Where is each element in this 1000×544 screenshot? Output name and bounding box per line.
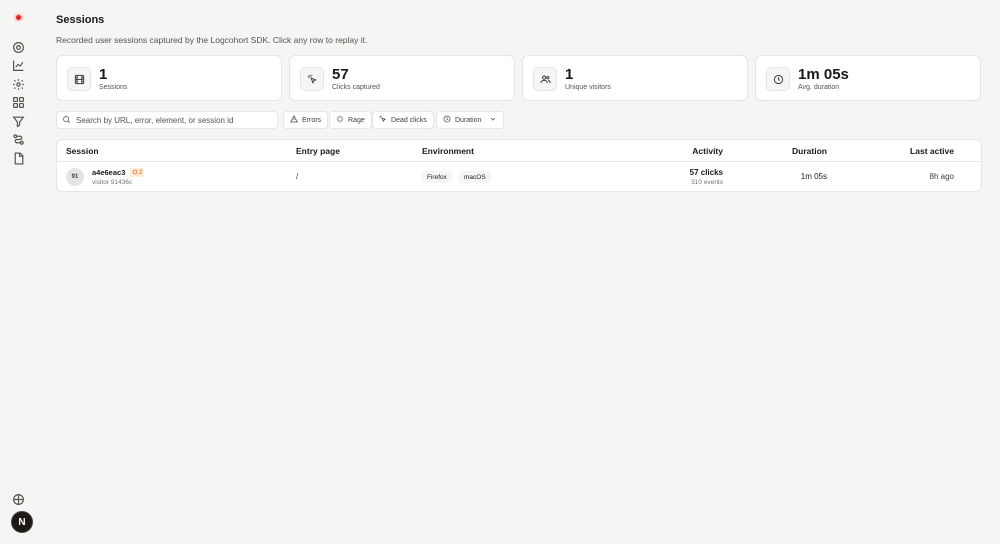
- flows-nav-icon[interactable]: [12, 133, 25, 146]
- col-environment[interactable]: Environment: [422, 146, 474, 156]
- table-row[interactable]: 91 a4e6eac3 2 visitor 91436c / Firefox m…: [57, 162, 981, 191]
- stat-value: 57: [332, 66, 349, 83]
- stat-card-visitors: 1 Unique visitors: [522, 55, 748, 101]
- stat-value: 1: [99, 66, 108, 83]
- analytics-nav-icon[interactable]: [12, 59, 25, 72]
- clock-icon: [766, 67, 790, 91]
- browser-badge: Firefox: [422, 171, 452, 183]
- errors-filter-label: Errors: [302, 116, 322, 124]
- errors-filter-button[interactable]: Errors: [283, 111, 329, 129]
- col-entry-page[interactable]: Entry page: [296, 146, 340, 156]
- stat-card-duration: 1m 05s Avg. duration: [755, 55, 981, 101]
- stat-label: Avg. duration: [798, 84, 840, 91]
- rage-badge: 2: [130, 168, 145, 177]
- table-header: Session Entry page Environment Activity …: [57, 140, 981, 162]
- filter-toolbar: Errors Rage Dead clicks Duration: [56, 111, 982, 129]
- help-icon[interactable]: [12, 493, 25, 506]
- search-icon: [62, 111, 71, 129]
- stat-card-sessions: 1 Sessions: [56, 55, 282, 101]
- col-activity[interactable]: Activity: [692, 146, 723, 156]
- reports-nav-icon[interactable]: [12, 152, 25, 165]
- col-last-active[interactable]: Last active: [910, 146, 954, 156]
- funnel-nav-icon[interactable]: [12, 115, 25, 128]
- settings-nav-icon[interactable]: [12, 78, 25, 91]
- user-avatar[interactable]: N: [11, 511, 33, 533]
- sessions-table: Session Entry page Environment Activity …: [56, 139, 982, 192]
- clicks-count: 57 clicks: [689, 168, 723, 177]
- rage-filter-label: Rage: [348, 116, 365, 124]
- logo-icon[interactable]: [14, 13, 23, 22]
- grid-nav-icon[interactable]: [12, 96, 25, 109]
- search-box[interactable]: [56, 111, 278, 129]
- dead-clicks-filter-button[interactable]: Dead clicks: [372, 111, 434, 129]
- stat-label: Unique visitors: [565, 84, 611, 91]
- sessions-nav-icon[interactable]: [12, 41, 25, 54]
- chevron-down-icon: [489, 115, 497, 125]
- col-session[interactable]: Session: [66, 146, 99, 156]
- last-active: 8h ago: [929, 172, 954, 181]
- session-id: a4e6eac3: [92, 168, 126, 177]
- sparkle-icon: [336, 115, 344, 125]
- duration-filter-dropdown[interactable]: Duration: [436, 111, 505, 129]
- stat-label: Sessions: [99, 84, 128, 91]
- activity-cell: 57 clicks 510 events: [690, 168, 723, 186]
- rage-icon: [132, 169, 138, 177]
- users-icon: [533, 67, 557, 91]
- stats-row: 1 Sessions 57 Clicks captured 1 Unique v…: [56, 55, 982, 101]
- entry-page: /: [296, 172, 299, 181]
- clock-icon: [443, 115, 451, 125]
- page-title: Sessions: [56, 14, 105, 26]
- warning-icon: [289, 115, 299, 125]
- col-duration[interactable]: Duration: [792, 146, 827, 156]
- dead-clicks-filter-label: Dead clicks: [391, 116, 427, 124]
- sidebar-rail: N: [0, 0, 37, 544]
- visitor-id: visitor 91436c: [92, 179, 133, 186]
- session-duration: 1m 05s: [800, 172, 827, 181]
- duration-filter-label: Duration: [455, 116, 482, 124]
- stat-label: Clicks captured: [332, 84, 380, 91]
- stat-value: 1: [565, 66, 574, 83]
- search-input[interactable]: [76, 115, 271, 125]
- stat-card-clicks: 57 Clicks captured: [289, 55, 515, 101]
- film-icon: [67, 67, 91, 91]
- os-badge: macOS: [459, 171, 491, 183]
- cursor-click-icon: [300, 67, 324, 91]
- events-count: 510 events: [691, 179, 723, 186]
- stat-value: 1m 05s: [798, 66, 849, 83]
- rage-count: 2: [139, 169, 143, 176]
- page-subtitle: Recorded user sessions captured by the L…: [56, 35, 368, 45]
- visitor-avatar: 91: [66, 168, 84, 186]
- cursor-icon: [379, 115, 387, 125]
- rage-filter-button[interactable]: Rage: [329, 111, 372, 129]
